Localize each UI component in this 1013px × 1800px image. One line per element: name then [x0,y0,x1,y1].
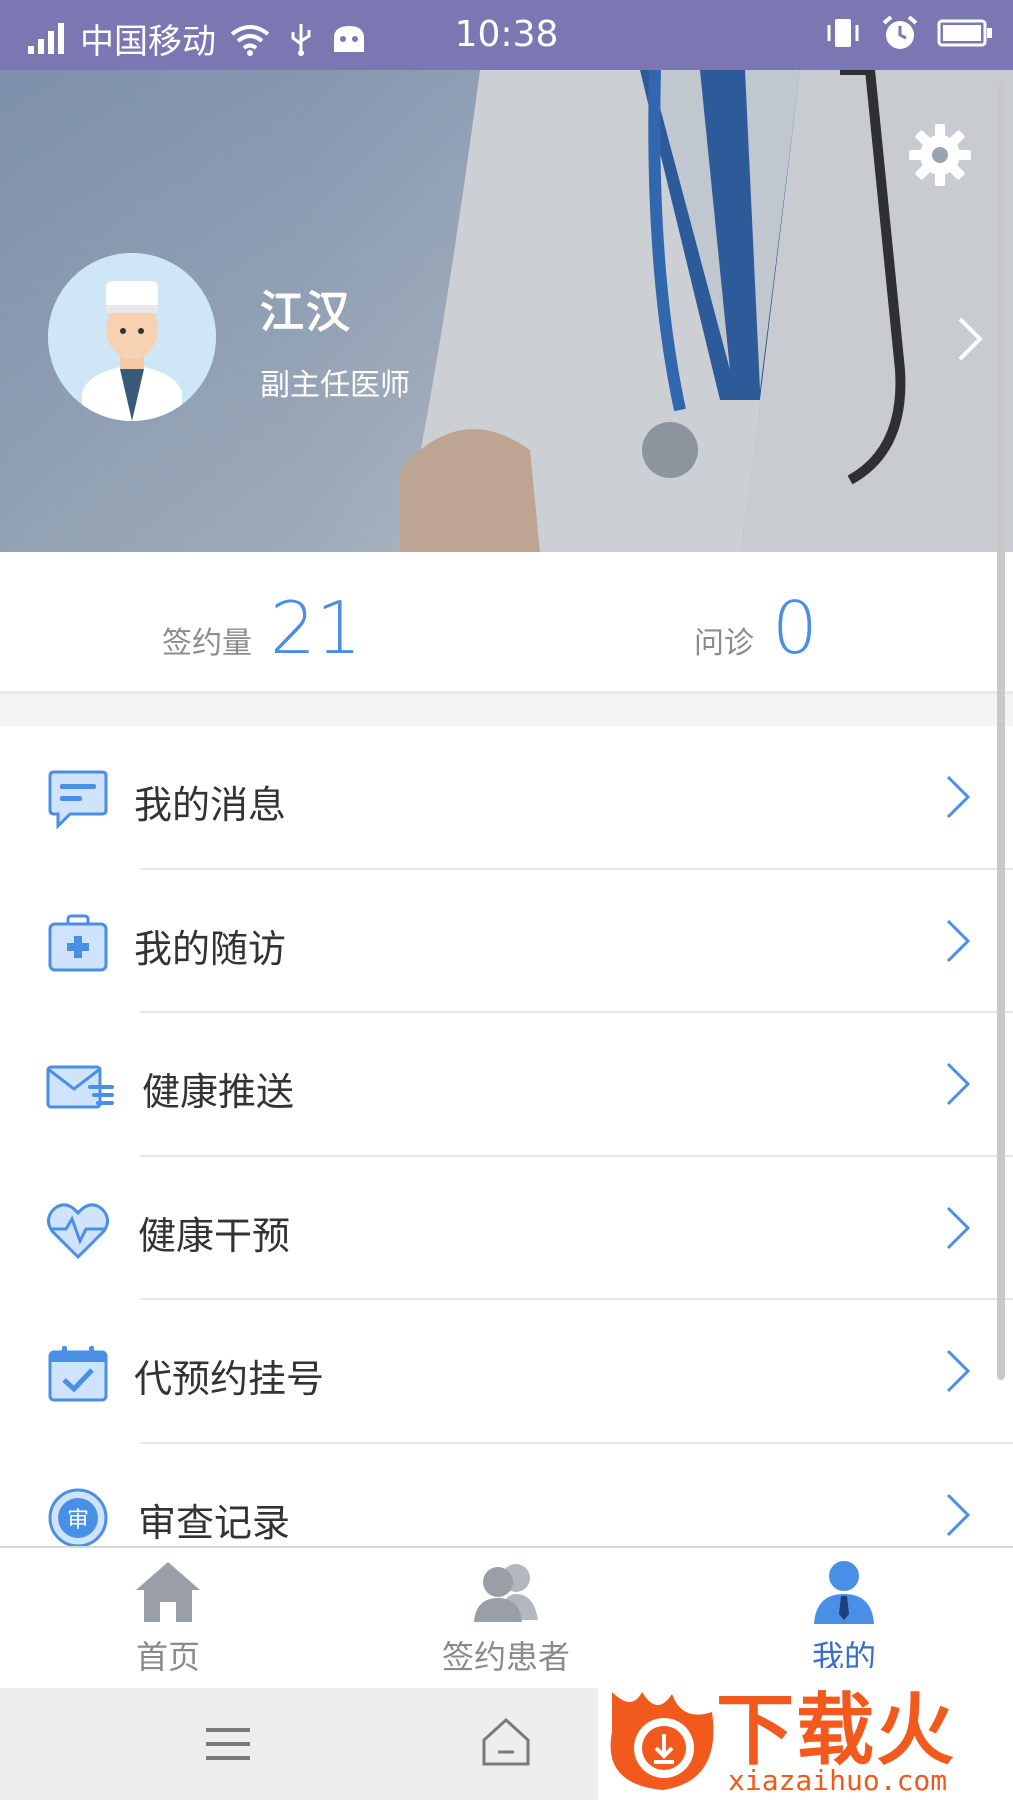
home-outline-icon[interactable] [480,1716,532,1768]
menu-item-label: 我的消息 [134,783,287,827]
doctor-name: 江汉 [260,287,352,338]
tab-bar: 首页 签约患者 我的 [0,1546,1013,1688]
patients-icon [474,1564,538,1622]
menu-item-label: 健康干预 [138,1213,291,1258]
mail-send-icon [46,1065,114,1109]
signed-count-value: 21 [270,586,362,670]
calendar-check-icon [48,1346,108,1402]
scrollbar[interactable] [997,80,1005,1380]
status-bar: 中国移动 10:38 [0,0,1013,70]
chevron-right-icon [946,1062,971,1106]
heart-pulse-icon [47,1202,109,1259]
tab-label: 首页 [135,1638,200,1676]
menu-item-label: 审查记录 [138,1500,291,1545]
menu-item-messages[interactable]: 我的消息 [0,726,1013,870]
profile-header[interactable]: 江汉 副主任医师 [0,70,1013,552]
chevron-right-icon [946,919,971,962]
message-icon [48,770,108,830]
review-stamp-icon: 审 [48,1488,108,1547]
chevron-right-icon [946,1349,971,1393]
review-stamp-text: 审 [67,1508,89,1533]
consult-count-value: 0 [772,586,818,670]
menu-item-label: 健康推送 [142,1070,295,1114]
menu-item-health-intervention[interactable]: 健康干预 [0,1157,1013,1300]
chevron-right-icon [946,775,971,819]
menu-item-appointment[interactable]: 代预约挂号 [0,1300,1013,1444]
doctor-avatar[interactable] [48,253,216,421]
battery-icon [937,19,992,47]
watermark: 下载火 xiazaihuo.com [598,1668,1013,1800]
menu-item-label: 代预约挂号 [134,1357,325,1401]
menu-item-label: 我的随访 [134,926,287,971]
chevron-right-icon [946,1493,971,1536]
watermark-url: xiazaihuo.com [728,1764,948,1797]
flame-logo-icon [610,1692,714,1790]
tab-mine[interactable]: 我的 [734,1558,954,1678]
doctor-avatar-icon [48,253,216,421]
menu-item-health-push[interactable]: 健康推送 [0,1013,1013,1157]
menu-list: 我的消息 我的随访 健康推送 健康干预 代预约挂号 审 审查记录 [0,726,1013,1587]
menu-item-followup[interactable]: 我的随访 [0,870,1013,1013]
settings-gear-icon[interactable] [907,122,973,188]
alarm-icon [882,15,918,49]
consult-count-label: 问诊 [694,626,754,661]
doctor-title: 副主任医师 [260,368,410,403]
person-icon [814,1561,874,1624]
menu-lines-icon[interactable] [204,1724,252,1764]
signed-count-label: 签约量 [162,626,252,661]
consult-count-stat[interactable]: 问诊 0 [694,586,818,670]
signed-count-stat[interactable]: 签约量 21 [162,586,362,670]
tab-home[interactable]: 首页 [58,1558,278,1678]
home-icon [136,1562,200,1622]
tab-label: 签约患者 [441,1638,570,1676]
chevron-right-icon[interactable] [955,314,985,364]
section-gap [0,694,1013,726]
stats-row: 签约量 21 问诊 0 [0,552,1013,694]
vibrate-icon [827,19,859,47]
tab-patients[interactable]: 签约患者 [396,1558,616,1678]
status-right [823,14,993,52]
chevron-right-icon [946,1206,971,1249]
medical-kit-icon [48,914,108,971]
